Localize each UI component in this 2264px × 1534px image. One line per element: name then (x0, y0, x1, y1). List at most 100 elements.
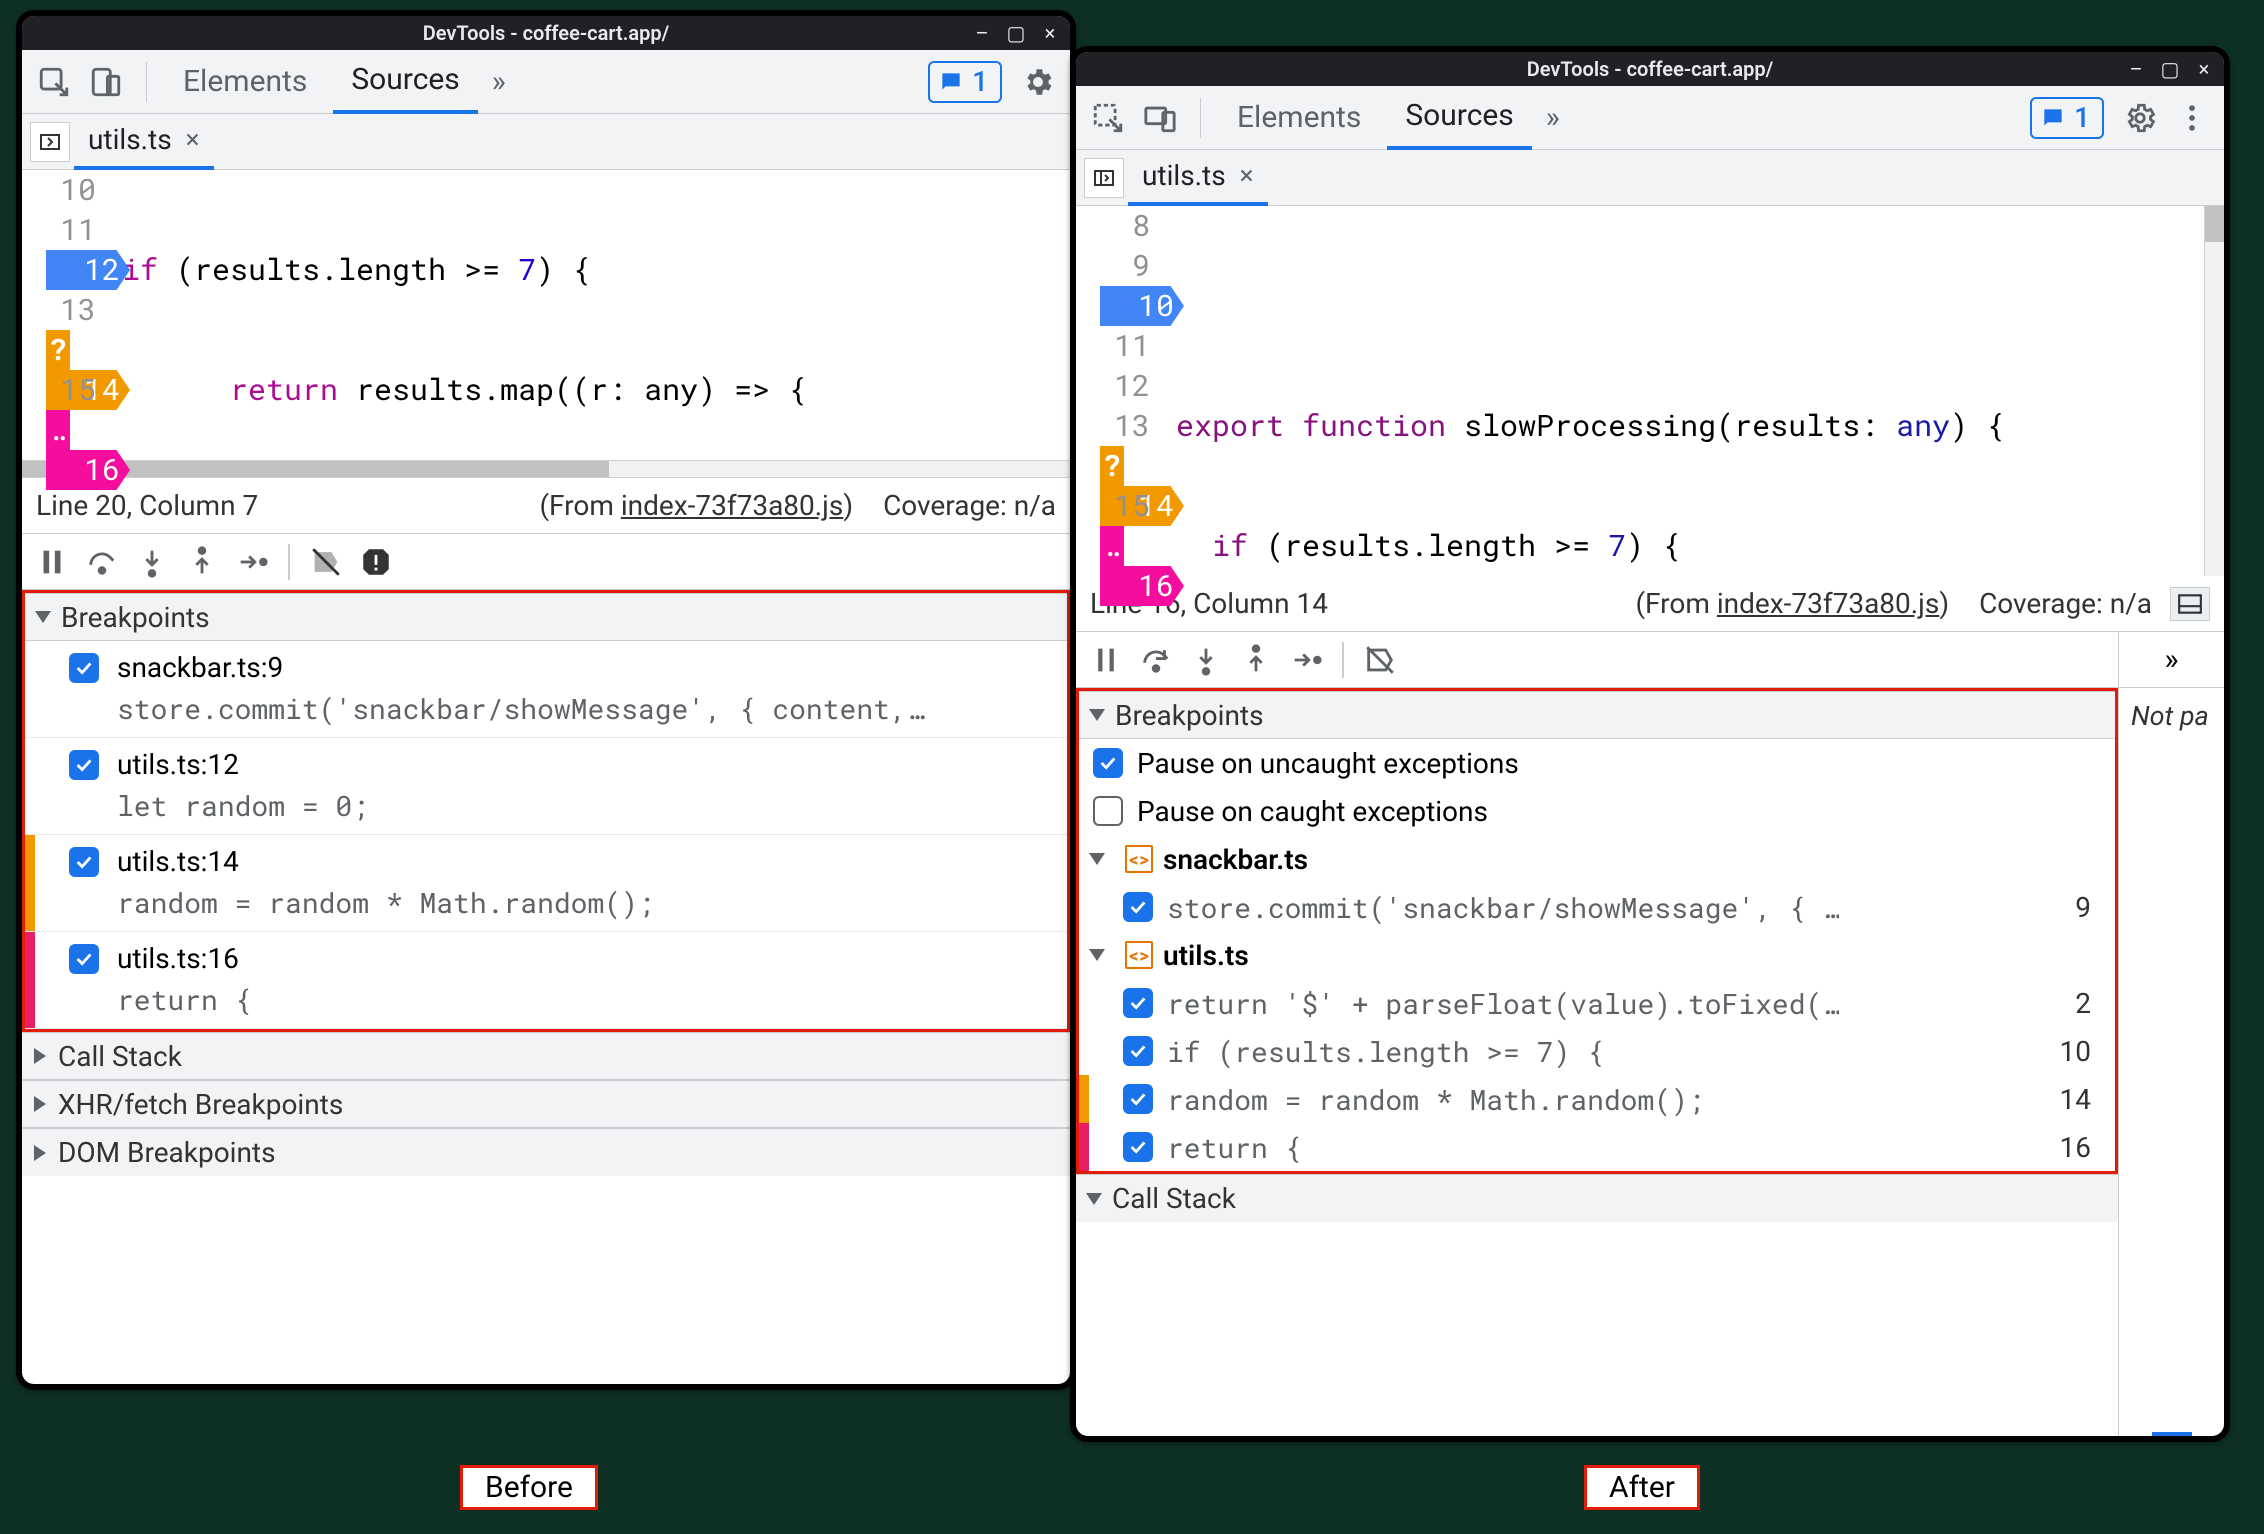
inspect-element-icon[interactable] (1086, 96, 1130, 140)
checkbox-checked-icon[interactable] (69, 750, 99, 780)
breakpoint-flag-logpoint[interactable]: 16 (46, 450, 130, 490)
pause-icon[interactable] (30, 540, 74, 584)
step-out-icon[interactable] (180, 540, 224, 584)
inspect-element-icon[interactable] (32, 60, 76, 104)
checkbox-checked-icon[interactable] (69, 653, 99, 683)
breakpoints-section-header[interactable]: Breakpoints (25, 593, 1067, 641)
device-toggle-icon[interactable] (84, 60, 128, 104)
breakpoints-section-header[interactable]: Breakpoints (1079, 691, 2115, 739)
breakpoint-row[interactable]: return { 16 (1079, 1123, 2115, 1171)
expand-triangle-icon (1089, 949, 1105, 961)
os-titlebar: DevTools - coffee-cart.app/ – ▢ × (22, 16, 1070, 50)
paused-status-text: Not pa (2119, 688, 2224, 732)
navigator-toggle-icon[interactable] (1084, 158, 1124, 198)
sourcemap-link[interactable]: index-73f73a80.js (1717, 587, 1939, 620)
device-toggle-icon[interactable] (1138, 96, 1182, 140)
label-after: After (1584, 1465, 1700, 1510)
callstack-header[interactable]: Call Stack (22, 1032, 1070, 1080)
gutter[interactable]: 10 11 12 13 ?14 15 ‥16 (22, 170, 106, 460)
breakpoint-group-header[interactable]: <> utils.ts (1079, 931, 2115, 979)
h-scrollbar[interactable] (22, 460, 1070, 478)
deactivate-breakpoints-icon[interactable] (304, 540, 348, 584)
breakpoint-row[interactable]: random = random * Math.random(); 14 (1079, 1075, 2115, 1123)
window-after: DevTools - coffee-cart.app/ – ▢ × Elemen… (1070, 46, 2230, 1442)
breakpoint-item[interactable]: snackbar.ts:9 store.commit('snackbar/sho… (25, 641, 1067, 738)
settings-gear-icon[interactable] (1016, 60, 1060, 104)
deactivate-breakpoints-icon[interactable] (1358, 638, 1402, 682)
checkbox-checked-icon[interactable] (69, 847, 99, 877)
close-tab-icon[interactable]: × (186, 125, 200, 155)
editor-status-bar: Line 20, Column 7 (From index-73f73a80.j… (22, 478, 1070, 534)
file-tab-utils[interactable]: utils.ts × (74, 114, 214, 170)
breakpoint-item[interactable]: utils.ts:12 let random = 0; (25, 738, 1067, 835)
tab-elements[interactable]: Elements (1219, 86, 1379, 150)
step-out-icon[interactable] (1234, 638, 1278, 682)
file-tab-utils[interactable]: utils.ts × (1128, 150, 1268, 206)
code-editor[interactable]: 8 9 10 11 12 13 ?14 15 ‥16 export functi… (1076, 206, 2224, 576)
breakpoint-item[interactable]: utils.ts:14 random = random * Math.rando… (25, 835, 1067, 932)
checkbox-checked-icon[interactable] (1123, 892, 1153, 922)
breakpoint-item[interactable]: utils.ts:16 return { (25, 932, 1067, 1029)
expand-triangle-icon (1089, 853, 1105, 865)
step-over-icon[interactable] (80, 540, 124, 584)
file-tab-strip: utils.ts × (22, 114, 1070, 170)
issues-counter[interactable]: 1 (2030, 97, 2104, 139)
breakpoint-group-header[interactable]: <> snackbar.ts (1079, 835, 2115, 883)
kebab-menu-icon[interactable] (2170, 96, 2214, 140)
dom-breakpoints-header[interactable]: DOM Breakpoints (22, 1128, 1070, 1176)
issues-counter[interactable]: 1 (928, 61, 1002, 103)
os-maximize-button[interactable]: ▢ (2156, 57, 2184, 81)
checkbox-checked-icon[interactable] (1123, 988, 1153, 1018)
v-scrollbar[interactable] (2204, 206, 2224, 576)
tab-overflow[interactable]: » (486, 50, 512, 114)
checkbox-checked-icon[interactable] (1123, 1036, 1153, 1066)
breakpoint-stripe (1079, 1075, 1089, 1123)
checkbox-checked-icon[interactable] (1093, 748, 1123, 778)
os-close-button[interactable]: × (1036, 21, 1064, 45)
breakpoint-flag-logpoint[interactable]: 16 (1100, 566, 1184, 606)
pause-exceptions-icon[interactable] (354, 540, 398, 584)
os-titlebar: DevTools - coffee-cart.app/ – ▢ × (1076, 52, 2224, 86)
debugger-controls (1076, 632, 2118, 688)
code-text[interactable]: export function slowProcessing(results: … (1160, 206, 2224, 576)
callstack-header[interactable]: Call Stack (1076, 1174, 2118, 1222)
pause-icon[interactable] (1084, 638, 1128, 682)
tab-overflow[interactable]: » (1540, 86, 1566, 150)
code-editor[interactable]: 10 11 12 13 ?14 15 ‥16 if (results.lengt… (22, 170, 1070, 460)
os-minimize-button[interactable]: – (2122, 57, 2150, 81)
tab-sources[interactable]: Sources (1387, 86, 1531, 150)
gutter[interactable]: 8 9 10 11 12 13 ?14 15 ‥16 (1076, 206, 1160, 576)
step-into-icon[interactable] (130, 540, 174, 584)
expand-triangle-icon (1086, 1193, 1102, 1205)
os-close-button[interactable]: × (2190, 57, 2218, 81)
breakpoint-row[interactable]: return '$' + parseFloat(value).toFixed(…… (1079, 979, 2115, 1027)
breakpoint-row[interactable]: if (results.length >= 7) { 10 (1079, 1027, 2115, 1075)
breakpoint-row[interactable]: store.commit('snackbar/showMessage', { …… (1079, 883, 2115, 931)
os-minimize-button[interactable]: – (968, 21, 996, 45)
xhr-breakpoints-header[interactable]: XHR/fetch Breakpoints (22, 1080, 1070, 1128)
breakpoint-flag[interactable]: 10 (1100, 286, 1184, 326)
tab-elements[interactable]: Elements (165, 50, 325, 114)
code-text[interactable]: if (results.length >= 7) { return result… (106, 170, 1070, 460)
step-icon[interactable] (230, 540, 274, 584)
navigator-toggle-icon[interactable] (30, 122, 70, 162)
step-over-icon[interactable] (1134, 638, 1178, 682)
sourcemap-link[interactable]: index-73f73a80.js (621, 489, 843, 522)
checkbox-unchecked-icon[interactable] (1093, 796, 1123, 826)
step-into-icon[interactable] (1184, 638, 1228, 682)
pause-caught-row[interactable]: Pause on caught exceptions (1079, 787, 2115, 835)
pause-uncaught-row[interactable]: Pause on uncaught exceptions (1079, 739, 2115, 787)
breakpoint-flag[interactable]: 12 (46, 250, 130, 290)
os-maximize-button[interactable]: ▢ (1002, 21, 1030, 45)
close-tab-icon[interactable]: × (1240, 161, 1254, 191)
devtools-toolbar: Elements Sources » 1 (22, 50, 1070, 114)
tab-sources[interactable]: Sources (333, 50, 477, 114)
checkbox-checked-icon[interactable] (69, 944, 99, 974)
window-before: DevTools - coffee-cart.app/ – ▢ × Elemen… (16, 10, 1076, 1390)
step-icon[interactable] (1284, 638, 1328, 682)
checkbox-checked-icon[interactable] (1123, 1084, 1153, 1114)
side-overflow-icon[interactable]: » (2119, 632, 2224, 688)
toggle-drawer-icon[interactable] (2170, 587, 2210, 621)
checkbox-checked-icon[interactable] (1123, 1132, 1153, 1162)
settings-gear-icon[interactable] (2118, 96, 2162, 140)
